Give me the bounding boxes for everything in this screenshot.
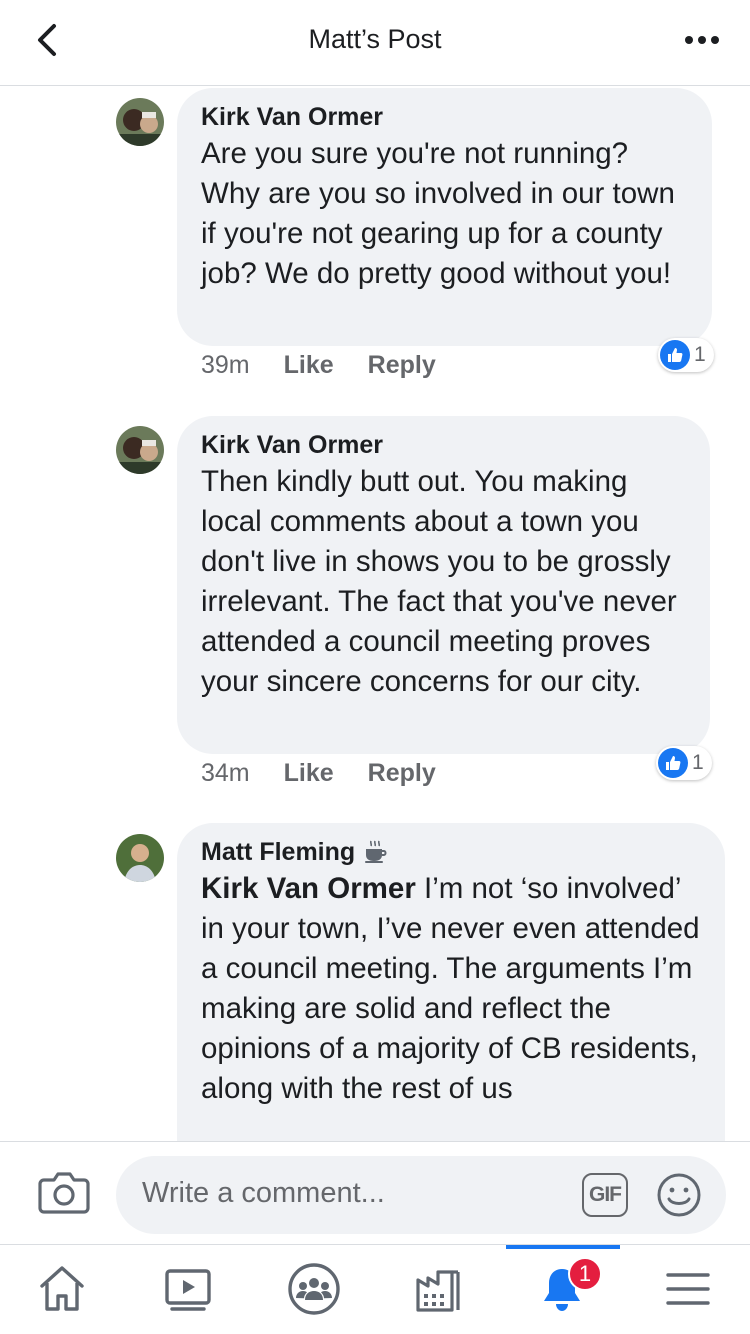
comment-composer: Write a comment... GIF	[0, 1141, 750, 1245]
comment-author-row: Matt Fleming	[201, 835, 701, 869]
tab-home[interactable]	[34, 1263, 90, 1315]
comment-input-placeholder: Write a comment...	[142, 1177, 385, 1209]
comment-list: Kirk Van Ormer Are you sure you're not r…	[0, 86, 750, 1141]
thumbs-up-icon	[660, 340, 690, 370]
page-title: Matt’s Post	[308, 24, 442, 54]
comment-input[interactable]: Write a comment... GIF	[116, 1156, 726, 1234]
coffee-cup-icon	[365, 840, 387, 863]
comment-bubble[interactable]: Kirk Van Ormer Then kindly butt out. You…	[177, 416, 710, 754]
comment-actions: 39m Like Reply	[201, 351, 436, 380]
reaction-count[interactable]: 1	[658, 338, 714, 372]
avatar[interactable]	[116, 98, 164, 146]
gif-button[interactable]: GIF	[582, 1173, 628, 1217]
camera-icon	[38, 1172, 90, 1214]
tab-groups[interactable]	[286, 1263, 342, 1315]
more-options-button[interactable]	[682, 22, 726, 58]
avatar[interactable]	[116, 834, 164, 882]
reaction-count[interactable]: 1	[656, 746, 712, 780]
emoji-button[interactable]	[656, 1172, 702, 1218]
comment-text: Then kindly butt out. You making local c…	[201, 465, 677, 698]
reply-button[interactable]: Reply	[368, 759, 436, 788]
avatar[interactable]	[116, 426, 164, 474]
top-bar: Matt’s Post	[0, 0, 750, 86]
home-icon	[40, 1266, 84, 1311]
comment-text: Kirk Van Ormer I’m not ‘so involved’ in …	[201, 869, 701, 1109]
notification-badge: 1	[568, 1257, 602, 1291]
profile-photo-icon	[116, 98, 164, 146]
camera-button[interactable]	[38, 1170, 90, 1216]
smiley-icon	[657, 1173, 701, 1217]
comment-time: 39m	[201, 351, 250, 379]
video-play-icon	[165, 1269, 211, 1311]
like-button[interactable]: Like	[284, 351, 334, 380]
reaction-number: 1	[692, 751, 704, 774]
tab-watch[interactable]	[160, 1263, 216, 1315]
comment-author[interactable]: Matt Fleming	[201, 835, 355, 869]
groups-icon	[288, 1263, 340, 1315]
mention-link[interactable]: Kirk Van Ormer	[201, 872, 416, 905]
comment-body: I’m not ‘so involved’ in your town, I’ve…	[201, 872, 700, 1105]
comment-bubble[interactable]: Matt Fleming Kirk Van Ormer I’m not ‘so …	[177, 823, 725, 1141]
comment-bubble[interactable]: Kirk Van Ormer Are you sure you're not r…	[177, 88, 712, 346]
active-tab-indicator	[506, 1245, 620, 1249]
more-dots-icon	[685, 36, 719, 44]
reaction-number: 1	[694, 343, 706, 366]
reply-button[interactable]: Reply	[368, 351, 436, 380]
comment-author[interactable]: Kirk Van Ormer	[201, 100, 688, 134]
like-button[interactable]: Like	[284, 759, 334, 788]
bottom-tab-bar: 1	[0, 1245, 750, 1334]
marketplace-icon	[416, 1270, 460, 1312]
comment-actions: 34m Like Reply	[201, 759, 436, 788]
comment-author[interactable]: Kirk Van Ormer	[201, 428, 686, 462]
profile-photo-icon	[116, 834, 164, 882]
hamburger-menu-icon	[666, 1273, 710, 1305]
thumbs-up-icon	[658, 748, 688, 778]
comment-text: Are you sure you're not running? Why are…	[201, 137, 675, 290]
comment-time: 34m	[201, 759, 250, 787]
profile-photo-icon	[116, 426, 164, 474]
tab-marketplace[interactable]	[410, 1263, 466, 1315]
tab-menu[interactable]	[660, 1263, 716, 1315]
